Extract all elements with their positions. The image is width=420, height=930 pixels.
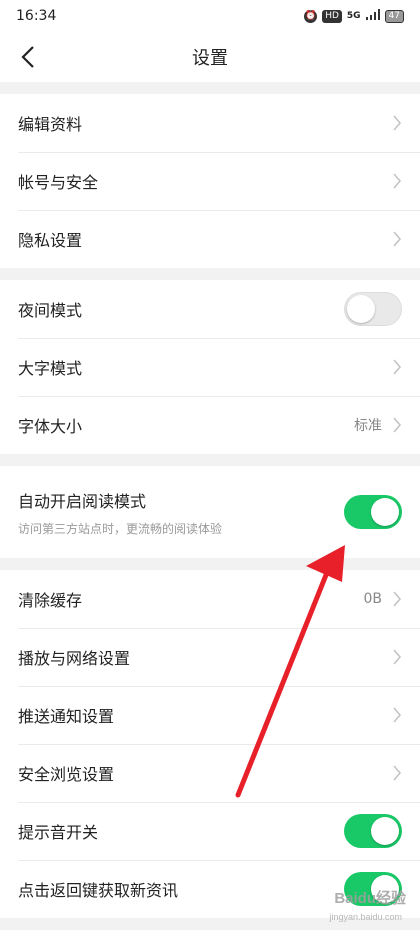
playback-network-item[interactable]: 播放与网络设置 (0, 628, 420, 686)
settings-group-reading: 自动开启阅读模式 访问第三方站点时，更流畅的阅读体验 (0, 466, 420, 558)
account-security-item[interactable]: 帐号与安全 (0, 152, 420, 210)
status-bar: 16:34 ⏰ HD 5G 47 (0, 0, 420, 32)
back-button[interactable] (12, 41, 44, 73)
page-title: 设置 (192, 48, 228, 69)
toggle-knob (371, 817, 399, 845)
chevron-right-icon (393, 591, 402, 607)
chevron-left-icon (21, 46, 34, 68)
item-label: 提示音开关 (18, 823, 99, 842)
chevron-right-icon (393, 231, 402, 247)
sound-toggle[interactable] (344, 814, 402, 848)
watermark-sub: jingyan.baidu.com (329, 912, 402, 922)
chevron-right-icon (393, 173, 402, 189)
item-label: 清除缓存 (18, 591, 83, 610)
toggle-knob (347, 295, 375, 323)
night-mode-toggle[interactable] (344, 292, 402, 326)
item-label: 字体大小 (18, 417, 83, 436)
item-right: 标准 (354, 415, 402, 435)
chevron-right-icon (393, 115, 402, 131)
item-text: 自动开启阅读模式 访问第三方站点时，更流畅的阅读体验 (18, 488, 222, 537)
battery-icon: 47 (384, 9, 404, 23)
top-bar: 设置 (0, 32, 420, 82)
auto-reading-mode-item: 自动开启阅读模式 访问第三方站点时，更流畅的阅读体验 (0, 466, 420, 558)
item-right: 0B (363, 591, 402, 607)
item-label: 夜间模式 (18, 301, 83, 320)
font-size-item[interactable]: 字体大小 标准 (0, 396, 420, 454)
chevron-right-icon (393, 359, 402, 375)
alarm-icon: ⏰ (304, 9, 318, 23)
settings-group-display: 夜间模式 大字模式 字体大小 标准 (0, 280, 420, 454)
night-mode-item: 夜间模式 (0, 280, 420, 338)
signal-icon (365, 9, 380, 23)
network-label: 5G (346, 11, 361, 21)
item-label: 隐私设置 (18, 231, 83, 250)
item-label: 播放与网络设置 (18, 649, 131, 668)
hd-badge: HD (322, 9, 342, 23)
auto-reading-mode-toggle[interactable] (344, 495, 402, 529)
chevron-right-icon (393, 417, 402, 433)
sound-toggle-item: 提示音开关 (0, 802, 420, 860)
push-notifications-item[interactable]: 推送通知设置 (0, 686, 420, 744)
chevron-right-icon (393, 765, 402, 781)
status-icons: ⏰ HD 5G 47 (304, 9, 404, 23)
item-label: 编辑资料 (18, 115, 83, 134)
item-label: 帐号与安全 (18, 173, 99, 192)
status-time: 16:34 (16, 8, 57, 24)
item-description: 访问第三方站点时，更流畅的阅读体验 (18, 521, 223, 536)
settings-group-account: 编辑资料 帐号与安全 隐私设置 (0, 94, 420, 268)
item-label: 自动开启阅读模式 (18, 491, 147, 511)
large-font-mode-item[interactable]: 大字模式 (0, 338, 420, 396)
cache-size-value: 0B (363, 591, 382, 607)
privacy-settings-item[interactable]: 隐私设置 (0, 210, 420, 268)
item-label: 安全浏览设置 (18, 765, 115, 784)
settings-group-general: 清除缓存 0B 播放与网络设置 推送通知设置 安全浏览设置 提示音开关 点击返回… (0, 570, 420, 918)
watermark: Baidu经验 (334, 890, 406, 907)
font-size-value: 标准 (354, 418, 382, 434)
chevron-right-icon (393, 649, 402, 665)
toggle-knob (371, 498, 399, 526)
clear-cache-item[interactable]: 清除缓存 0B (0, 570, 420, 628)
item-label: 大字模式 (18, 359, 83, 378)
edit-profile-item[interactable]: 编辑资料 (0, 94, 420, 152)
item-label: 推送通知设置 (18, 707, 115, 726)
item-label: 点击返回键获取新资讯 (18, 881, 179, 900)
safe-browsing-item[interactable]: 安全浏览设置 (0, 744, 420, 802)
chevron-right-icon (393, 707, 402, 723)
